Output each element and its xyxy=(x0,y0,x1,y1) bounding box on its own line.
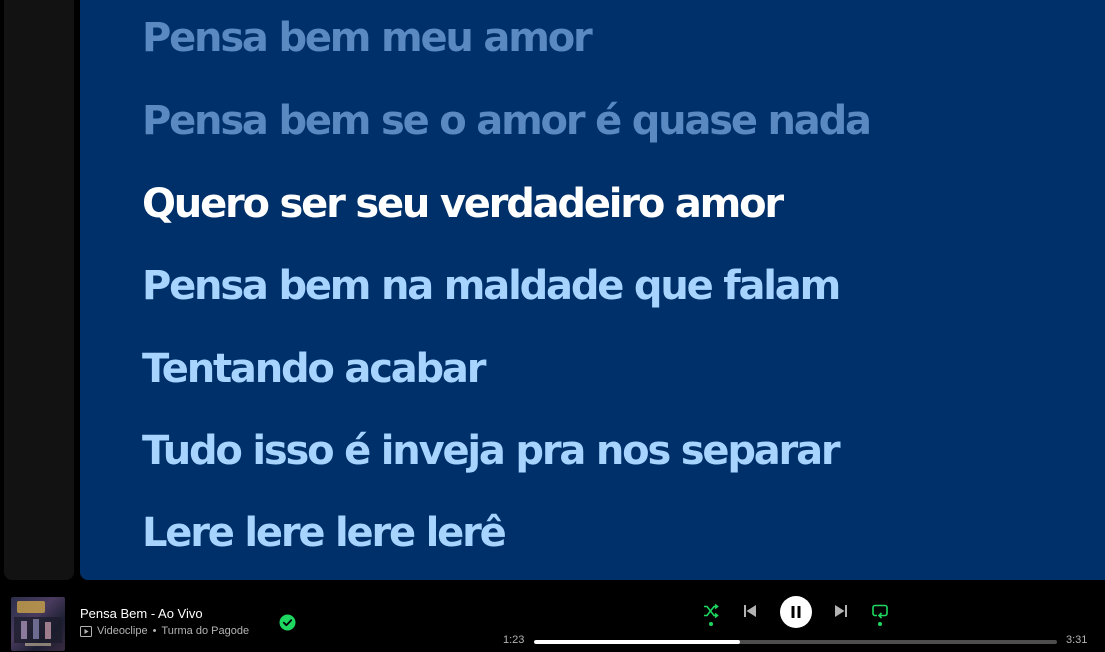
artist-link[interactable]: Turma do Pagode xyxy=(161,625,249,637)
shuffle-button[interactable] xyxy=(700,600,722,622)
skip-back-icon xyxy=(744,605,756,617)
shuffle-active-indicator xyxy=(709,622,713,626)
progress-bar-fill xyxy=(534,640,741,644)
previous-button[interactable] xyxy=(739,600,761,622)
check-circle-icon[interactable] xyxy=(279,614,296,631)
left-sidebar-panel xyxy=(4,0,74,580)
lyric-line-1[interactable]: Pensa bem meu amor xyxy=(142,18,593,58)
album-cover[interactable] xyxy=(11,597,65,651)
track-title[interactable]: Pensa Bem - Ao Vivo xyxy=(80,606,203,621)
repeat-icon xyxy=(872,604,888,619)
lyric-line-7[interactable]: Lere lere lere lerê xyxy=(142,513,507,553)
lyric-line-6[interactable]: Tudo isso é inveja pra nos separar xyxy=(142,431,841,471)
pause-button[interactable] xyxy=(780,596,812,628)
separator-dot: • xyxy=(152,625,157,637)
lyrics-panel: Pensa bem meu amor Pensa bem se o amor é… xyxy=(80,0,1105,580)
next-button[interactable] xyxy=(830,600,852,622)
track-subtitle: Videoclipe • Turma do Pagode xyxy=(80,625,249,637)
repeat-active-indicator xyxy=(878,622,882,626)
media-type-label: Videoclipe xyxy=(97,625,148,637)
time-total: 3:31 xyxy=(1066,634,1088,646)
repeat-button[interactable] xyxy=(869,600,891,622)
shuffle-icon xyxy=(704,603,719,619)
lyric-line-5[interactable]: Tentando acabar xyxy=(142,349,486,389)
progress-bar[interactable] xyxy=(534,640,1057,644)
pause-icon xyxy=(791,606,801,618)
lyric-line-3-active[interactable]: Quero ser seu verdadeiro amor xyxy=(142,184,784,224)
video-icon xyxy=(80,625,92,637)
skip-forward-icon xyxy=(835,605,847,617)
lyric-line-4[interactable]: Pensa bem na maldade que falam xyxy=(142,266,841,306)
now-playing-bar: Pensa Bem - Ao Vivo Videoclipe • Turma d… xyxy=(0,580,1105,652)
time-elapsed: 1:23 xyxy=(503,634,525,646)
lyric-line-2[interactable]: Pensa bem se o amor é quase nada xyxy=(142,101,872,141)
